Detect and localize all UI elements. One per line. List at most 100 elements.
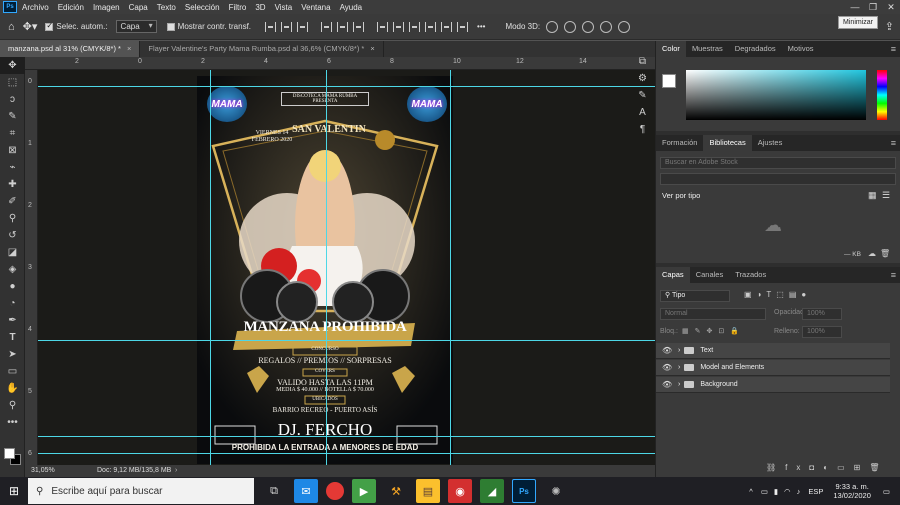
move-tool-icon[interactable]: ✥▾: [23, 20, 38, 33]
windows-start-icon[interactable]: ⊞: [0, 477, 28, 505]
foreground-color-swatch[interactable]: [4, 448, 15, 459]
list-view-icon[interactable]: ☰: [882, 190, 890, 201]
eraser-tool-icon[interactable]: ◪: [0, 244, 25, 261]
slide-3d-icon[interactable]: [600, 20, 613, 33]
chevron-right-icon[interactable]: ›: [678, 364, 680, 371]
auto-select-dropdown[interactable]: Capa: [115, 20, 157, 33]
align-middle-icon[interactable]: [337, 21, 349, 32]
clone-stamp-tool-icon[interactable]: ⚲: [0, 210, 25, 227]
blur-tool-icon[interactable]: ●: [0, 278, 25, 295]
auto-select-checkbox[interactable]: [45, 21, 54, 31]
scale-3d-icon[interactable]: [618, 20, 631, 33]
view-by-label[interactable]: Ver por tipo: [662, 191, 700, 200]
fill-input[interactable]: 100%: [802, 326, 842, 338]
roll-3d-icon[interactable]: [564, 20, 577, 33]
grid-view-icon[interactable]: ▦: [868, 190, 877, 201]
path-select-tool-icon[interactable]: ➤: [0, 346, 25, 363]
distribute-middle-icon[interactable]: [393, 21, 405, 32]
pen-tool-icon[interactable]: ✒: [0, 312, 25, 329]
media-app-icon[interactable]: ▶: [352, 479, 376, 503]
blend-mode-select[interactable]: Normal: [660, 308, 766, 320]
dodge-tool-icon[interactable]: ◔: [0, 295, 25, 312]
minimize-icon[interactable]: —: [846, 0, 864, 14]
file-explorer-icon[interactable]: ▤: [416, 479, 440, 503]
menu-ventana[interactable]: Ventana: [301, 3, 330, 12]
tab-channels[interactable]: Canales: [690, 267, 730, 283]
guide-line[interactable]: [38, 453, 655, 454]
tab-swatches[interactable]: Muestras: [686, 41, 729, 57]
chrome-icon[interactable]: [326, 482, 344, 500]
library-search-input[interactable]: Buscar en Adobe Stock: [660, 157, 896, 169]
visibility-eye-icon[interactable]: 👁: [662, 346, 672, 355]
layer-row-text[interactable]: 👁 › Text: [656, 343, 890, 359]
wifi-icon[interactable]: ◠: [784, 487, 791, 496]
document-flyer[interactable]: MAMA MAMA DISCOTECA MAMA RUMBA PRESENTA …: [197, 76, 453, 464]
crop-tool-icon[interactable]: ⌗: [0, 125, 25, 142]
menu-ayuda[interactable]: Ayuda: [340, 3, 363, 12]
new-layer-icon[interactable]: ⊞: [854, 463, 870, 472]
app-green-icon[interactable]: ◢: [480, 479, 504, 503]
fg-color-chip[interactable]: [662, 74, 676, 88]
align-left-icon[interactable]: [265, 21, 277, 32]
zoom-tool-icon[interactable]: ⚲: [0, 397, 25, 414]
quick-select-tool-icon[interactable]: ✎: [0, 108, 25, 125]
type-tool-icon[interactable]: T: [0, 329, 25, 346]
menu-archivo[interactable]: Archivo: [22, 3, 49, 12]
tab-patterns[interactable]: Motivos: [782, 41, 820, 57]
restore-icon[interactable]: ❐: [864, 0, 882, 14]
history-brush-tool-icon[interactable]: ↺: [0, 227, 25, 244]
volume-icon[interactable]: ♪: [797, 487, 801, 496]
more-tools-icon[interactable]: •••: [0, 414, 25, 431]
close-tab-icon[interactable]: ×: [370, 44, 374, 53]
distribute-center-icon[interactable]: [441, 21, 453, 32]
guide-line[interactable]: [38, 86, 655, 87]
chevron-right-icon[interactable]: ›: [678, 381, 680, 388]
align-bottom-icon[interactable]: [353, 21, 365, 32]
lock-icons[interactable]: ▦✎✥⊡🔒: [682, 327, 745, 335]
fx-icon[interactable]: fx: [785, 463, 809, 472]
frame-tool-icon[interactable]: ⊠: [0, 142, 25, 159]
new-group-icon[interactable]: ▭: [837, 463, 854, 472]
mail-app-icon[interactable]: ✉: [294, 479, 318, 503]
brushes-panel-icon[interactable]: ✎: [630, 87, 655, 104]
show-transform-checkbox[interactable]: [166, 22, 175, 31]
app-grey-icon[interactable]: ✺: [544, 479, 568, 503]
align-center-icon[interactable]: [281, 21, 293, 32]
guide-line[interactable]: [450, 70, 451, 465]
healing-brush-tool-icon[interactable]: ✚: [0, 176, 25, 193]
chevron-right-icon[interactable]: ›: [678, 347, 680, 354]
properties-panel-icon[interactable]: ⚙: [630, 70, 655, 87]
panel-menu-icon[interactable]: ≡: [891, 138, 896, 148]
distribute-left-icon[interactable]: [425, 21, 437, 32]
status-arrow-icon[interactable]: ›: [175, 465, 177, 477]
lasso-tool-icon[interactable]: ↄ: [0, 91, 25, 108]
hand-tool-icon[interactable]: ✋: [0, 380, 25, 397]
opacity-input[interactable]: 100%: [802, 308, 842, 320]
clock[interactable]: 9:33 a. m. 13/02/2020: [833, 482, 871, 500]
home-icon[interactable]: ⌂: [8, 21, 15, 33]
add-mask-icon[interactable]: ◘: [809, 463, 823, 472]
tab-paths[interactable]: Trazados: [729, 267, 772, 283]
visibility-eye-icon[interactable]: 👁: [662, 363, 672, 372]
tab-libraries[interactable]: Bibliotecas: [703, 135, 752, 151]
close-icon[interactable]: ✕: [882, 0, 900, 14]
marquee-tool-icon[interactable]: ⬚: [0, 74, 25, 91]
menu-seleccion[interactable]: Selección: [185, 3, 220, 12]
language-indicator[interactable]: ESP: [808, 487, 823, 496]
guide-line[interactable]: [38, 340, 655, 341]
tab-color[interactable]: Color: [656, 41, 686, 57]
library-select[interactable]: [660, 173, 896, 185]
zoom-level[interactable]: 31,05%: [31, 465, 55, 477]
visibility-eye-icon[interactable]: 👁: [662, 380, 672, 389]
guide-line[interactable]: [326, 70, 327, 465]
guide-line[interactable]: [210, 70, 211, 465]
tab-layers[interactable]: Capas: [656, 267, 690, 283]
tab-flayer[interactable]: Flayer Valentine's Party Mama Rumba.psd …: [140, 41, 384, 57]
orbit-3d-icon[interactable]: [546, 20, 559, 33]
tab-adjustments[interactable]: Ajustes: [752, 135, 789, 151]
distribute-right-icon[interactable]: [457, 21, 469, 32]
chevron-up-icon[interactable]: ^: [749, 487, 753, 496]
brush-tool-icon[interactable]: ✐: [0, 193, 25, 210]
pan-3d-icon[interactable]: [582, 20, 595, 33]
menu-capa[interactable]: Capa: [129, 3, 148, 12]
